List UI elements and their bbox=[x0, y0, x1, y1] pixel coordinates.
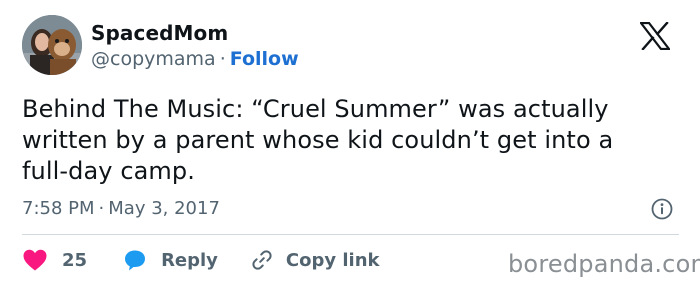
separator-dot: · bbox=[219, 48, 226, 70]
copy-link-label: Copy link bbox=[285, 249, 380, 271]
timestamp[interactable]: 7:58 PM · May 3, 2017 bbox=[22, 198, 220, 219]
tweet-line: Behind The Music: “Cruel Summer” was act… bbox=[22, 95, 609, 123]
divider bbox=[22, 234, 679, 235]
tweet-date: May 3, 2017 bbox=[108, 198, 220, 219]
follow-button[interactable]: Follow bbox=[230, 48, 299, 70]
x-logo-icon[interactable] bbox=[638, 21, 672, 51]
reply-label: Reply bbox=[161, 249, 218, 271]
tweet-line: written by a parent whose kid couldn’t g… bbox=[22, 126, 614, 154]
heart-icon bbox=[23, 249, 47, 271]
link-icon bbox=[252, 250, 272, 270]
tweet-time: 7:58 PM bbox=[22, 198, 95, 219]
tweet-card: SpacedMom @copymama · Follow Behind The Mu… bbox=[0, 0, 700, 287]
tweet-text: Behind The Music: “Cruel Summer” was act… bbox=[22, 94, 682, 187]
like-button[interactable]: 25 bbox=[22, 248, 87, 272]
display-name[interactable]: SpacedMom bbox=[91, 21, 228, 45]
like-count: 25 bbox=[62, 249, 88, 271]
copy-link-button[interactable]: Copy link bbox=[250, 248, 380, 272]
separator-dot: · bbox=[98, 198, 105, 219]
reply-button[interactable]: Reply bbox=[123, 248, 218, 272]
user-handle[interactable]: @copymama bbox=[91, 48, 216, 70]
avatar[interactable] bbox=[22, 15, 82, 75]
watermark: boredpanda.com bbox=[508, 250, 700, 278]
info-icon[interactable] bbox=[651, 198, 673, 220]
tweet-line: full-day camp. bbox=[22, 157, 195, 185]
action-bar: 25 Reply Copy link bbox=[22, 246, 380, 274]
speech-bubble-icon bbox=[125, 250, 146, 271]
handle-row: @copymama · Follow bbox=[91, 48, 299, 70]
